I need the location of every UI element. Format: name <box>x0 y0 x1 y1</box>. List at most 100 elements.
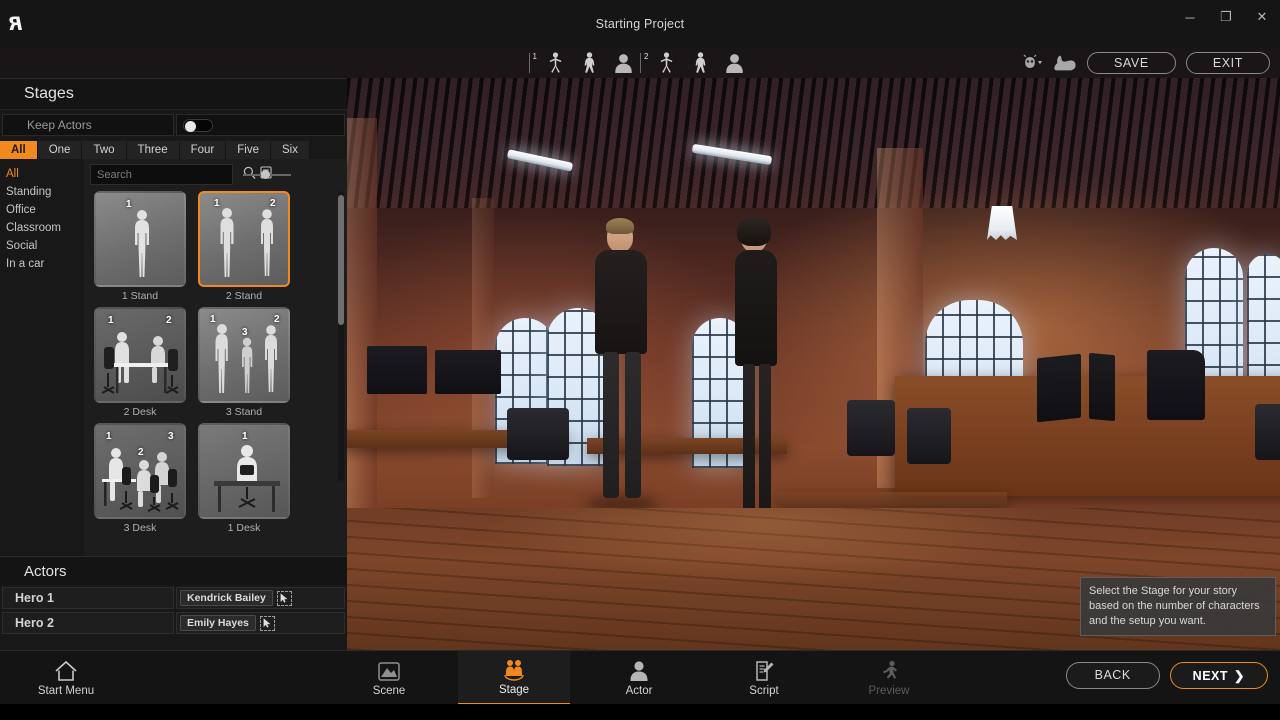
tab-one[interactable]: One <box>38 141 83 159</box>
category-in-a-car[interactable]: In a car <box>0 255 84 273</box>
mannequin-figure <box>238 337 256 395</box>
keep-actors-label: Keep Actors <box>2 114 174 136</box>
stage-grid-scrollbar[interactable] <box>338 191 344 481</box>
actor-name-chip[interactable]: Emily Hayes <box>180 615 256 631</box>
portrait-bust-icon[interactable] <box>606 50 640 76</box>
actors-title: Actors <box>24 563 67 580</box>
nav-preview[interactable]: Preview <box>833 651 945 705</box>
nav-start-menu[interactable]: Start Menu <box>10 651 122 705</box>
category-standing[interactable]: Standing <box>0 183 84 201</box>
close-icon[interactable]: ✕ <box>1244 0 1280 34</box>
stage-item-3-desk[interactable]: 1 2 3 <box>94 423 186 535</box>
keep-actors-toggle-cell[interactable] <box>176 114 345 136</box>
stage-caption: 3 Desk <box>94 521 186 535</box>
person-bust-icon <box>627 659 651 683</box>
stages-header: Stages <box>0 79 347 110</box>
character-legs <box>625 352 641 498</box>
actor-marker: 2 <box>166 315 172 326</box>
tab-all[interactable]: All <box>0 141 38 159</box>
tab-two[interactable]: Two <box>82 141 126 159</box>
category-all[interactable]: All <box>0 165 84 183</box>
maximize-icon[interactable]: ❐ <box>1208 0 1244 34</box>
stage-item-1-desk[interactable]: 1 <box>198 423 290 535</box>
group-1-number: 1 <box>533 52 537 61</box>
scene-pillar <box>347 118 377 508</box>
character-hero-1 <box>581 208 661 518</box>
home-icon <box>54 659 78 683</box>
portrait-bust-icon[interactable] <box>717 50 751 76</box>
walking-figure-icon[interactable] <box>572 50 606 76</box>
walking-figure-icon[interactable] <box>683 50 717 76</box>
tab-three[interactable]: Three <box>127 141 180 159</box>
stages-title: Stages <box>24 85 74 103</box>
slider-knob[interactable] <box>261 170 270 179</box>
scene-chair <box>507 408 569 460</box>
actor-assignment-cell[interactable]: Emily Hayes <box>176 612 345 634</box>
stage-item-1-stand[interactable]: 1 1 Stand <box>94 191 186 303</box>
nav-script[interactable]: Script <box>708 651 820 705</box>
actor-marker: 1 <box>106 431 112 442</box>
nav-actor[interactable]: Actor <box>583 651 695 705</box>
actor-name-chip[interactable]: Kendrick Bailey <box>180 590 273 606</box>
actor-group-1: 1 <box>529 50 640 76</box>
rabbit-icon[interactable] <box>1053 54 1077 72</box>
stage-item-2-stand[interactable]: 1 2 2 Stand <box>198 191 290 303</box>
wizard-buttons: BACK NEXT ❯ <box>1066 662 1268 689</box>
stage-caption: 2 Stand <box>198 289 290 303</box>
character-hero-2 <box>717 206 795 542</box>
tab-six[interactable]: Six <box>271 141 310 159</box>
minimize-icon[interactable]: ─ <box>1172 0 1208 34</box>
stage-thumbnail: 1 2 <box>94 307 186 403</box>
scene-monitor <box>435 350 501 394</box>
scene-monitor <box>1089 353 1115 421</box>
next-button[interactable]: NEXT ❯ <box>1170 662 1268 689</box>
stage-count-tabs: All One Two Three Four Five Six <box>0 141 347 159</box>
stage-thumbnail: 1 2 <box>198 191 290 287</box>
exit-button[interactable]: EXIT <box>1186 52 1270 74</box>
nav-stage[interactable]: Stage <box>458 651 570 705</box>
actor-slot-label: Hero 1 <box>2 587 174 609</box>
save-button[interactable]: SAVE <box>1087 52 1176 74</box>
cursor-pick-icon[interactable] <box>260 616 275 631</box>
actor-assignment-cell[interactable]: Kendrick Bailey <box>176 587 345 609</box>
stage-item-2-desk[interactable]: 1 2 <box>94 307 186 419</box>
search-input[interactable] <box>97 169 239 181</box>
character-hair <box>737 216 771 246</box>
category-social[interactable]: Social <box>0 237 84 255</box>
actors-panel: Actors Hero 1 Kendrick Bailey Hero 2 Emi… <box>0 556 347 650</box>
actor-marker: 2 <box>270 198 276 209</box>
keep-actors-toggle[interactable] <box>183 119 213 132</box>
thumbnail-size-slider[interactable] <box>243 167 291 183</box>
robot-head-icon[interactable] <box>1023 54 1043 72</box>
mannequin-figure <box>130 209 154 279</box>
category-office[interactable]: Office <box>0 201 84 219</box>
mannequin-figure <box>210 323 232 395</box>
running-figure-icon <box>877 659 901 683</box>
stage-item-3-stand[interactable]: 1 3 2 <box>198 307 290 419</box>
tab-four[interactable]: Four <box>180 141 227 159</box>
scrollbar-thumb[interactable] <box>338 195 344 325</box>
search-box[interactable] <box>90 164 233 185</box>
scene-monitor <box>1147 350 1205 420</box>
mountain-icon <box>377 659 401 683</box>
nav-label: Script <box>749 685 778 697</box>
stage-tooltip: Select the Stage for your story based on… <box>1080 577 1276 636</box>
nav-label: Stage <box>499 684 529 696</box>
scene-monitor <box>367 346 427 394</box>
stage-thumbnail: 1 3 2 <box>198 307 290 403</box>
3d-viewport[interactable]: Select the Stage for your story based on… <box>347 78 1280 650</box>
nav-scene[interactable]: Scene <box>333 651 445 705</box>
tab-five[interactable]: Five <box>226 141 271 159</box>
toolbar-right-controls: SAVE EXIT <box>1023 47 1270 78</box>
category-classroom[interactable]: Classroom <box>0 219 84 237</box>
desk-scene-figure <box>212 441 282 515</box>
character-hair <box>606 218 634 234</box>
stick-figure-icon[interactable] <box>538 50 572 76</box>
stick-figure-icon[interactable] <box>649 50 683 76</box>
scene-pillar <box>472 198 494 498</box>
back-button[interactable]: BACK <box>1066 662 1160 689</box>
actor-marker: 2 <box>274 314 280 325</box>
nav-label: Start Menu <box>38 685 94 697</box>
cursor-pick-icon[interactable] <box>277 591 292 606</box>
character-torso <box>735 250 777 366</box>
